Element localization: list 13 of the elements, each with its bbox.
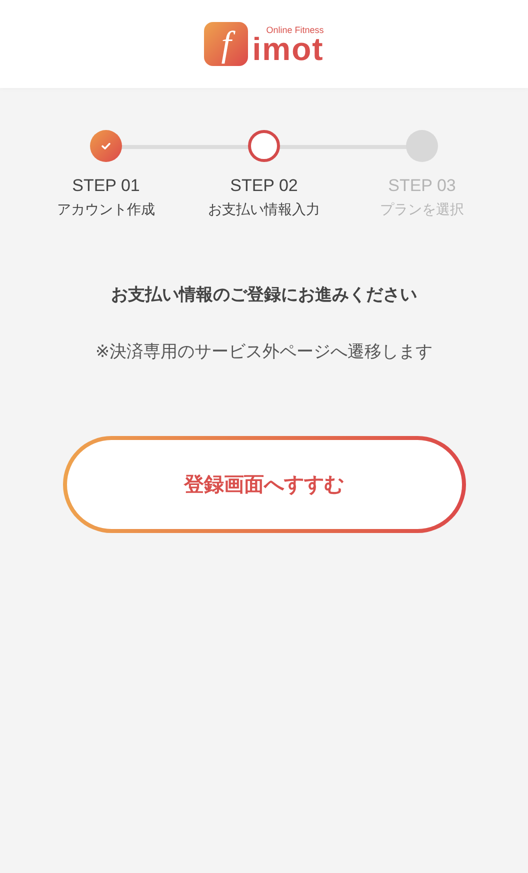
step-number: STEP 03	[388, 176, 456, 196]
step-done-icon	[90, 130, 122, 162]
step-number: STEP 01	[72, 176, 140, 196]
step-label: アカウント作成	[57, 201, 155, 219]
step-label: お支払い情報入力	[208, 201, 320, 219]
step-dot	[248, 130, 280, 162]
step-label: プランを選択	[380, 201, 464, 219]
logo-mark: f	[204, 22, 248, 66]
step-number: STEP 02	[230, 176, 298, 196]
logo-name: imot	[252, 35, 324, 63]
redirect-note: ※決済専用のサービス外ページへ遷移します	[95, 341, 433, 363]
heading: お支払い情報のご登録にお進みください	[111, 284, 417, 306]
logo-tagline: Online Fitness	[266, 25, 324, 35]
